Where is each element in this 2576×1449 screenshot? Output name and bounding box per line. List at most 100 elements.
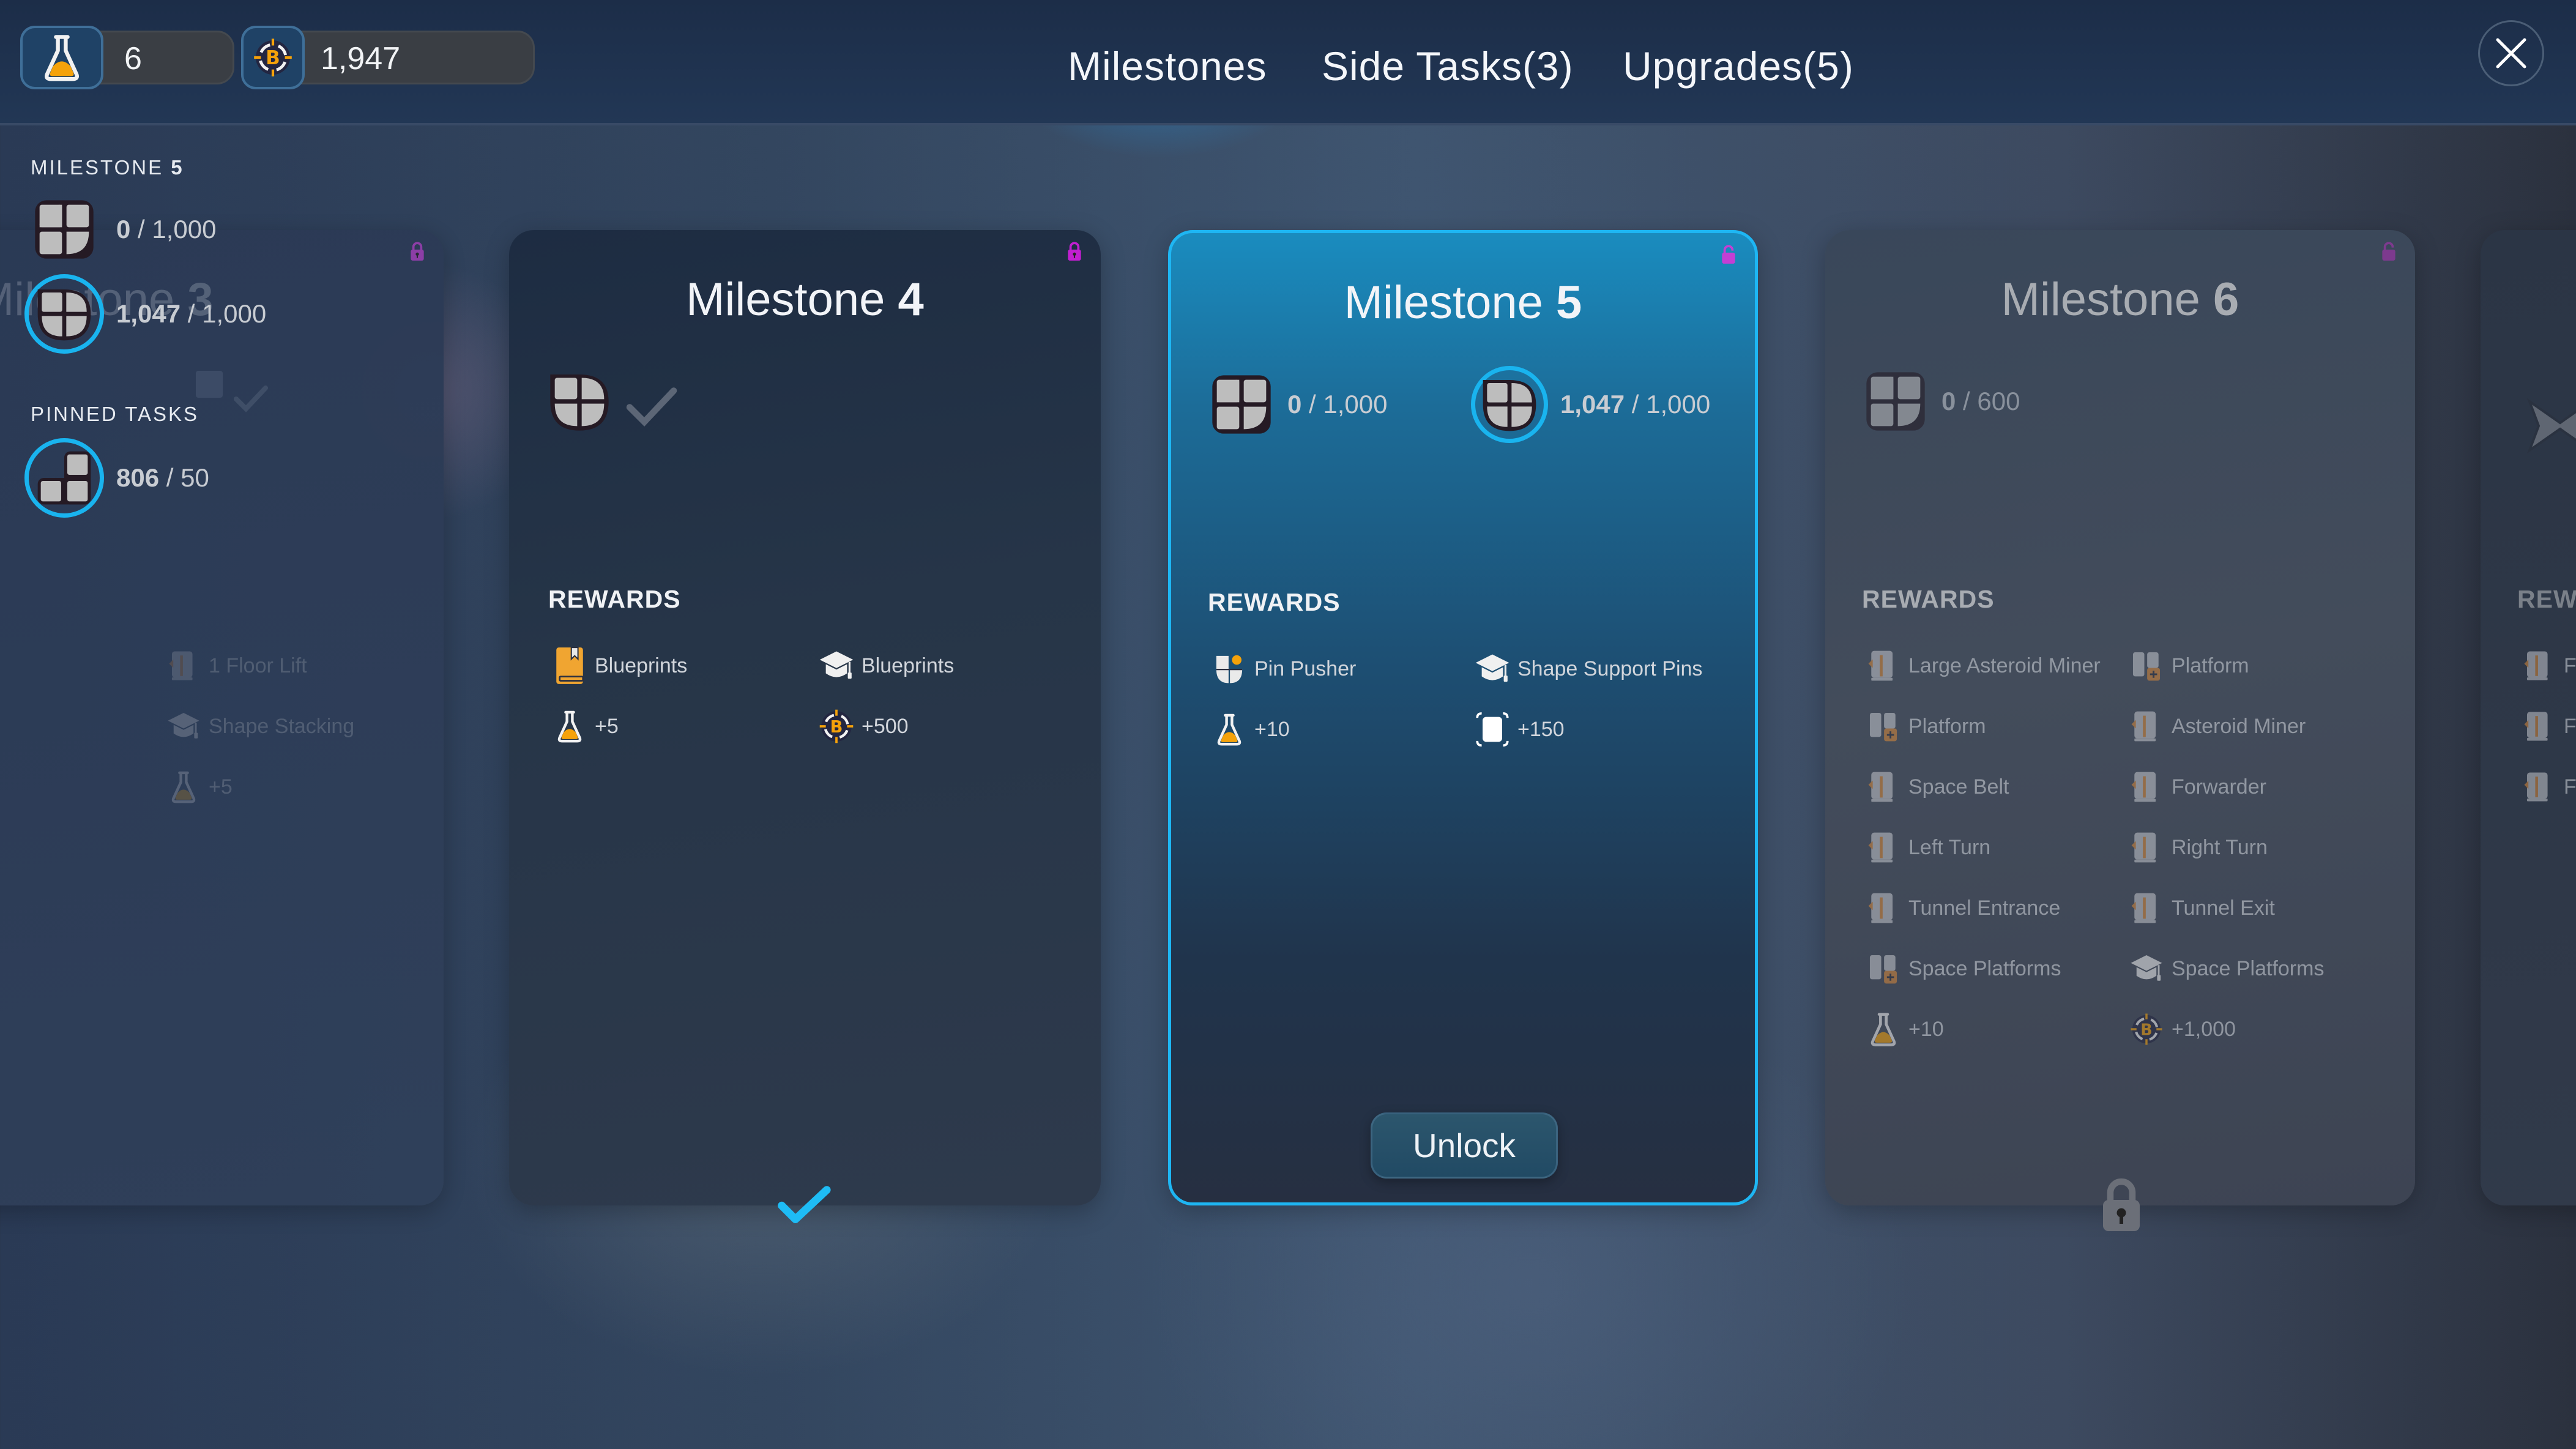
shape-goal-icon <box>24 190 104 269</box>
reward-label: Space Platforms <box>2172 956 2325 980</box>
rewards-heading: REWARDS <box>548 585 681 613</box>
reward-label: +10 <box>1254 717 1290 741</box>
reward-item: F <box>2517 641 2576 690</box>
reward-item: Platform <box>1862 702 1986 751</box>
milestone-goal: 1,047 / 1,000 <box>1471 365 1710 444</box>
asteroid-miner-icon <box>2125 705 2168 748</box>
reward-label: +5 <box>209 775 233 799</box>
milestone-card-5[interactable]: Milestone 5 0 / 1,000 1,047 / 1,000 REWA… <box>1168 230 1758 1205</box>
shape-goal-icon <box>34 447 95 508</box>
milestone-card-7[interactable]: REW F F F <box>2481 230 2576 1205</box>
reward-label: F <box>2564 714 2576 738</box>
blueprint-coin-icon <box>815 705 858 748</box>
goal-complete-check-icon <box>626 387 677 427</box>
reward-label: +5 <box>595 714 619 738</box>
reward-label: Asteroid Miner <box>2172 714 2306 738</box>
reward-label: F <box>2564 775 2576 799</box>
milestone-card-6[interactable]: Milestone 6 0 / 600 REWARDS Large Astero… <box>1825 230 2415 1205</box>
sidebar-pinned-heading: PINNED TASKS <box>31 403 199 425</box>
reward-item: F <box>2517 762 2576 811</box>
blueprint-coin-icon <box>2125 1008 2168 1051</box>
reward-label: Blueprints <box>595 654 688 677</box>
reward-item: +150 <box>1471 705 1565 754</box>
reward-item: Space Platforms <box>2125 944 2324 993</box>
extractor-icon <box>2517 644 2560 687</box>
tab-upgrades[interactable]: Upgrades(5) <box>1623 43 1854 89</box>
goal-complete-ring <box>24 438 104 518</box>
reward-item: Tunnel Exit <box>2125 884 2275 933</box>
unlocked-lock-icon <box>2381 241 2397 262</box>
graduation-cap-icon <box>1471 647 1514 690</box>
pump-icon <box>2517 705 2560 748</box>
reward-item: Blueprints <box>815 641 954 690</box>
reward-item: +1,000 <box>2125 1005 2236 1054</box>
goal-progress: 1,047 / 1,000 <box>1560 390 1711 419</box>
close-button[interactable] <box>2478 20 2544 86</box>
reward-label: +150 <box>1517 717 1565 741</box>
milestone-card-3[interactable]: Milestone 3 1 Floor Lift Shape Stacking … <box>0 230 444 1205</box>
tunnel-entrance-icon <box>1862 887 1905 929</box>
flask-icon <box>1208 708 1251 751</box>
space-belt-icon <box>1862 765 1905 808</box>
tab-milestones[interactable]: Milestones <box>994 0 1325 165</box>
reward-item: Forwarder <box>2125 762 2266 811</box>
graduation-cap-icon <box>162 705 205 748</box>
reward-item: Pin Pusher <box>1208 644 1356 693</box>
reward-label: Right Turn <box>2172 835 2268 859</box>
completed-check-icon <box>778 1186 831 1223</box>
reward-item: +500 <box>815 702 909 751</box>
pinned-task[interactable]: 806 / 50 <box>24 438 209 518</box>
goal-progress: 0 / 1,000 <box>116 215 217 244</box>
milestone-goal: 0 / 600 <box>1862 362 2020 441</box>
sidebar-goal[interactable]: 1,047 / 1,000 <box>24 274 266 354</box>
reward-item: +5 <box>548 702 619 751</box>
reward-label: Shape Support Pins <box>1517 657 1703 680</box>
unlock-button[interactable]: Unlock <box>1371 1112 1558 1179</box>
shape-goal-icon <box>34 283 95 345</box>
tab-bar: Milestones Side Tasks(3) Upgrades(5) <box>0 0 2576 165</box>
lock-icon <box>1067 241 1082 262</box>
reward-label: Tunnel Exit <box>2172 896 2275 920</box>
graduation-cap-icon <box>2125 947 2168 990</box>
milestone-4-title: Milestone 4 <box>686 274 924 326</box>
reward-item: F <box>2517 702 2576 751</box>
right-turn-icon <box>2125 826 2168 869</box>
reward-item: +10 <box>1208 705 1290 754</box>
reward-label: +1,000 <box>2172 1017 2236 1041</box>
rewards-heading: REWARDS <box>1862 585 1995 613</box>
platform-icon <box>1862 947 1905 990</box>
reward-label: +500 <box>862 714 909 738</box>
goal-progress: 0 / 1,000 <box>1287 390 1388 419</box>
shape-goal-icon <box>1479 374 1540 435</box>
close-icon <box>2496 38 2526 69</box>
reward-item: Tunnel Entrance <box>1862 884 2060 933</box>
reward-label: Shape Stacking <box>209 714 355 738</box>
reward-item: Large Asteroid Miner <box>1862 641 2101 690</box>
milestone-goal: 0 / 1,000 <box>1208 365 1387 444</box>
rewards-heading: REW <box>2517 585 2576 613</box>
locked-icon <box>2099 1176 2143 1235</box>
reward-item: Blueprints <box>548 641 687 690</box>
sidebar-goal[interactable]: 0 / 1,000 <box>24 190 216 269</box>
milestone-6-title: Milestone 6 <box>2001 274 2239 326</box>
milestone-card-4[interactable]: Milestone 4 REWARDS Blueprints Blueprint… <box>509 230 1101 1205</box>
reward-label: 1 Floor Lift <box>209 654 307 677</box>
reward-item: Platform <box>2125 641 2249 690</box>
platform-icon <box>2125 644 2168 687</box>
reward-label: Tunnel Entrance <box>1908 896 2061 920</box>
reward-item: 1 Floor Lift <box>162 641 307 690</box>
reward-item: Shape Support Pins <box>1471 644 1702 693</box>
flask-icon <box>1862 1008 1905 1051</box>
task-progress: 806 / 50 <box>116 463 209 492</box>
reward-item: Space Platforms <box>1862 944 2061 993</box>
reward-label: Forwarder <box>2172 775 2266 799</box>
large-asteroid-miner-icon <box>1862 644 1905 687</box>
reward-label: Space Platforms <box>1908 956 2061 980</box>
milestone-goal <box>546 362 679 441</box>
unlocked-lock-icon <box>1721 244 1737 265</box>
reward-item: Space Belt <box>1862 762 2009 811</box>
tab-side-tasks[interactable]: Side Tasks(3) <box>1322 43 1574 89</box>
flask-icon <box>162 765 205 808</box>
goal-complete-check-icon <box>234 386 268 412</box>
goal-progress: 0 / 600 <box>1941 387 2020 415</box>
